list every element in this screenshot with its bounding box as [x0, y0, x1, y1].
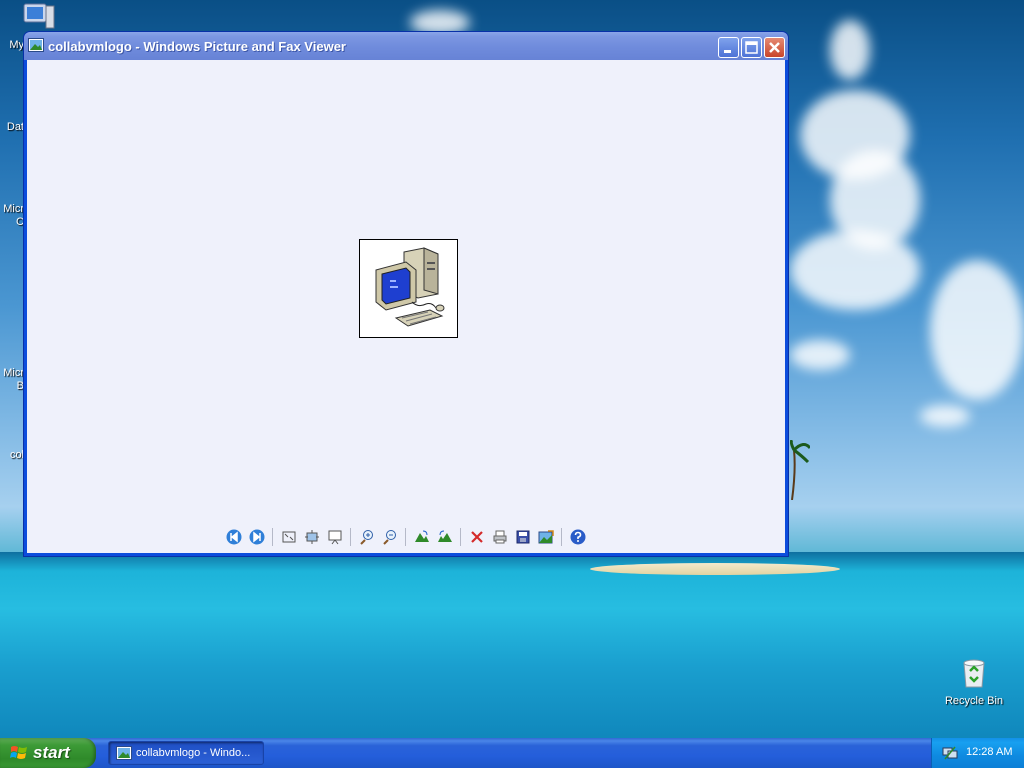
- desktop-icon-label[interactable]: My: [0, 39, 24, 51]
- close-icon: [769, 42, 780, 53]
- rotate-clockwise-button[interactable]: [411, 526, 433, 548]
- window-title: collabvmlogo - Windows Picture and Fax V…: [48, 39, 346, 54]
- wallpaper-cloud: [790, 340, 850, 370]
- toolbar-separator: [405, 528, 406, 546]
- open-for-editing-button[interactable]: [535, 526, 557, 548]
- delete-icon: [470, 531, 483, 543]
- taskbar-item-label: collabvmlogo - Windo...: [136, 747, 251, 759]
- previous-image-button[interactable]: [223, 526, 245, 548]
- save-icon: [516, 530, 529, 544]
- picture-viewer-icon: [116, 746, 132, 760]
- zoom-out-icon: [382, 530, 396, 545]
- taskbar: start collabvmlogo - Windo... 12:28 AM: [0, 738, 1024, 768]
- open-for-editing-icon: [538, 530, 554, 544]
- print-button[interactable]: [489, 526, 511, 548]
- best-fit-button[interactable]: [278, 526, 300, 548]
- delete-button[interactable]: [466, 526, 488, 548]
- picture-viewer-canvas[interactable]: [27, 60, 785, 553]
- slideshow-button[interactable]: [324, 526, 346, 548]
- maximize-icon: [745, 41, 758, 54]
- desktop-icon-label[interactable]: Micr: [0, 203, 24, 215]
- toolbar-separator: [350, 528, 351, 546]
- displayed-image: [359, 239, 458, 338]
- minimize-icon: [724, 50, 731, 53]
- my-computer-desktop-icon[interactable]: [22, 2, 56, 32]
- window-titlebar[interactable]: collabvmlogo - Windows Picture and Fax V…: [24, 32, 788, 60]
- desktop-wallpaper-sea: [0, 552, 1024, 742]
- help-button[interactable]: [567, 526, 589, 548]
- save-button[interactable]: [512, 526, 534, 548]
- wallpaper-island: [590, 563, 840, 575]
- system-tray: 12:28 AM: [931, 738, 1024, 768]
- desktop-icon-label[interactable]: C: [0, 216, 24, 228]
- next-image-button[interactable]: [246, 526, 268, 548]
- previous-image-icon: [226, 529, 241, 545]
- desktop-icon-label[interactable]: col: [0, 449, 24, 461]
- help-icon: [570, 529, 585, 545]
- network-icon[interactable]: [942, 745, 958, 761]
- close-button[interactable]: [764, 37, 785, 58]
- start-button[interactable]: start: [0, 738, 96, 768]
- print-icon: [493, 530, 506, 544]
- rotate-counterclockwise-icon: [437, 530, 452, 542]
- rotate-clockwise-icon: [414, 530, 429, 542]
- wallpaper-palm-tree: [790, 440, 810, 500]
- actual-size-icon: [304, 530, 319, 544]
- desktop-icon-label[interactable]: B: [0, 380, 24, 392]
- maximize-button[interactable]: [741, 37, 762, 58]
- next-image-icon: [249, 529, 264, 545]
- desktop-icon-label[interactable]: Micr: [0, 367, 24, 379]
- desktop-icon-label[interactable]: Dat: [0, 121, 24, 133]
- viewer-toolbar: [222, 525, 589, 549]
- wallpaper-cloud: [930, 260, 1024, 400]
- my-computer-icon: [23, 3, 55, 29]
- zoom-in-button[interactable]: [356, 526, 378, 548]
- zoom-out-button[interactable]: [379, 526, 401, 548]
- slideshow-icon: [328, 530, 341, 545]
- windows-logo-icon: [10, 746, 27, 759]
- toolbar-separator: [272, 528, 273, 546]
- taskbar-item-picture-viewer[interactable]: collabvmlogo - Windo...: [108, 741, 264, 765]
- picture-viewer-icon: [28, 38, 44, 52]
- picture-viewer-window[interactable]: collabvmlogo - Windows Picture and Fax V…: [23, 31, 789, 557]
- clock[interactable]: 12:28 AM: [966, 746, 1012, 758]
- recycle-bin-icon: [963, 659, 985, 688]
- recycle-bin-label: Recycle Bin: [944, 695, 1004, 707]
- wallpaper-cloud: [830, 20, 870, 80]
- computer-icon: [375, 247, 445, 327]
- zoom-in-icon: [359, 530, 373, 545]
- rotate-counterclockwise-button[interactable]: [434, 526, 456, 548]
- actual-size-button[interactable]: [301, 526, 323, 548]
- toolbar-separator: [561, 528, 562, 546]
- recycle-bin-desktop-icon[interactable]: Recycle Bin: [939, 657, 1009, 707]
- best-fit-icon: [282, 531, 295, 543]
- minimize-button[interactable]: [718, 37, 739, 58]
- wallpaper-cloud: [920, 405, 970, 427]
- start-label: start: [33, 743, 70, 762]
- toolbar-separator: [460, 528, 461, 546]
- wallpaper-cloud: [790, 230, 920, 310]
